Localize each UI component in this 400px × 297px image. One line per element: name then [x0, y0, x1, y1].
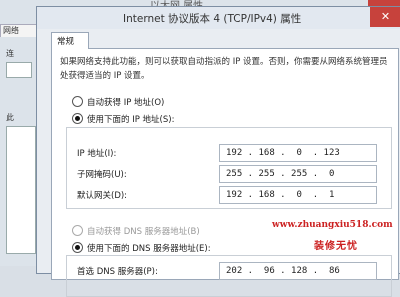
ip-address-row: IP 地址(I): 192 . 168 . 0 . 123 — [77, 144, 387, 162]
ip-address-input[interactable]: 192 . 168 . 0 . 123 — [219, 144, 377, 162]
background-label-connect: 连 — [6, 49, 14, 58]
background-items-list[interactable] — [6, 126, 36, 254]
dialog-titlebar[interactable]: Internet 协议版本 4 (TCP/IPv4) 属性 ✕ — [37, 7, 400, 29]
radio-manual-dns-circle[interactable] — [72, 242, 83, 253]
description-text: 如果网络支持此功能，则可以获取自动指派的 IP 设置。否则，你需要从网络系统管理… — [60, 57, 388, 81]
background-adapter-box — [6, 62, 32, 78]
default-gateway-input[interactable]: 192 . 168 . 0 . 1 — [219, 186, 377, 204]
subnet-mask-input[interactable]: 255 . 255 . 255 . 0 — [219, 165, 377, 183]
watermark-url: www.zhuangxiu518.com — [272, 220, 393, 230]
radio-auto-dns-circle[interactable] — [72, 225, 83, 236]
preferred-dns-label: 首选 DNS 服务器(P): — [77, 267, 158, 277]
close-button[interactable]: ✕ — [370, 7, 400, 27]
watermark-name: 装修无忧 — [314, 241, 358, 252]
ip-settings-group: IP 地址(I): 192 . 168 . 0 . 123 子网掩码(U): 2… — [66, 127, 392, 209]
radio-auto-ip-label: 自动获得 IP 地址(O) — [87, 98, 165, 108]
tab-general[interactable]: 常规 — [51, 32, 89, 49]
preferred-dns-row: 首选 DNS 服务器(P): 202 . 96 . 128 . 86 — [77, 262, 387, 280]
radio-auto-ip-circle[interactable] — [72, 96, 83, 107]
radio-manual-dns-label: 使用下面的 DNS 服务器地址(E): — [87, 244, 211, 254]
dialog-title: Internet 协议版本 4 (TCP/IPv4) 属性 — [123, 13, 302, 25]
dns-settings-group: 首选 DNS 服务器(P): 202 . 96 . 128 . 86 — [66, 255, 392, 297]
background-tab-label: 网络 — [3, 26, 19, 35]
radio-manual-ip[interactable]: 使用下面的 IP 地址(S): — [72, 113, 174, 125]
subnet-mask-label: 子网掩码(U): — [77, 170, 127, 180]
ipv4-properties-dialog: Internet 协议版本 4 (TCP/IPv4) 属性 ✕ 常规 如果网络支… — [36, 6, 400, 297]
tab-general-label: 常规 — [57, 37, 75, 47]
close-icon: ✕ — [380, 10, 391, 23]
default-gateway-label: 默认网关(D): — [77, 191, 128, 201]
radio-auto-ip[interactable]: 自动获得 IP 地址(O) — [72, 96, 164, 108]
preferred-dns-input[interactable]: 202 . 96 . 128 . 86 — [219, 262, 377, 280]
radio-auto-dns[interactable]: 自动获得 DNS 服务器地址(B) — [72, 225, 200, 237]
radio-auto-dns-label: 自动获得 DNS 服务器地址(B) — [87, 227, 200, 237]
radio-manual-dns[interactable]: 使用下面的 DNS 服务器地址(E): — [72, 242, 211, 254]
subnet-mask-row: 子网掩码(U): 255 . 255 . 255 . 0 — [77, 165, 387, 183]
radio-manual-ip-circle[interactable] — [72, 113, 83, 124]
background-label-this: 此 — [6, 113, 14, 122]
default-gateway-row: 默认网关(D): 192 . 168 . 0 . 1 — [77, 186, 387, 204]
ip-address-label: IP 地址(I): — [77, 149, 117, 159]
radio-manual-ip-label: 使用下面的 IP 地址(S): — [87, 115, 175, 125]
